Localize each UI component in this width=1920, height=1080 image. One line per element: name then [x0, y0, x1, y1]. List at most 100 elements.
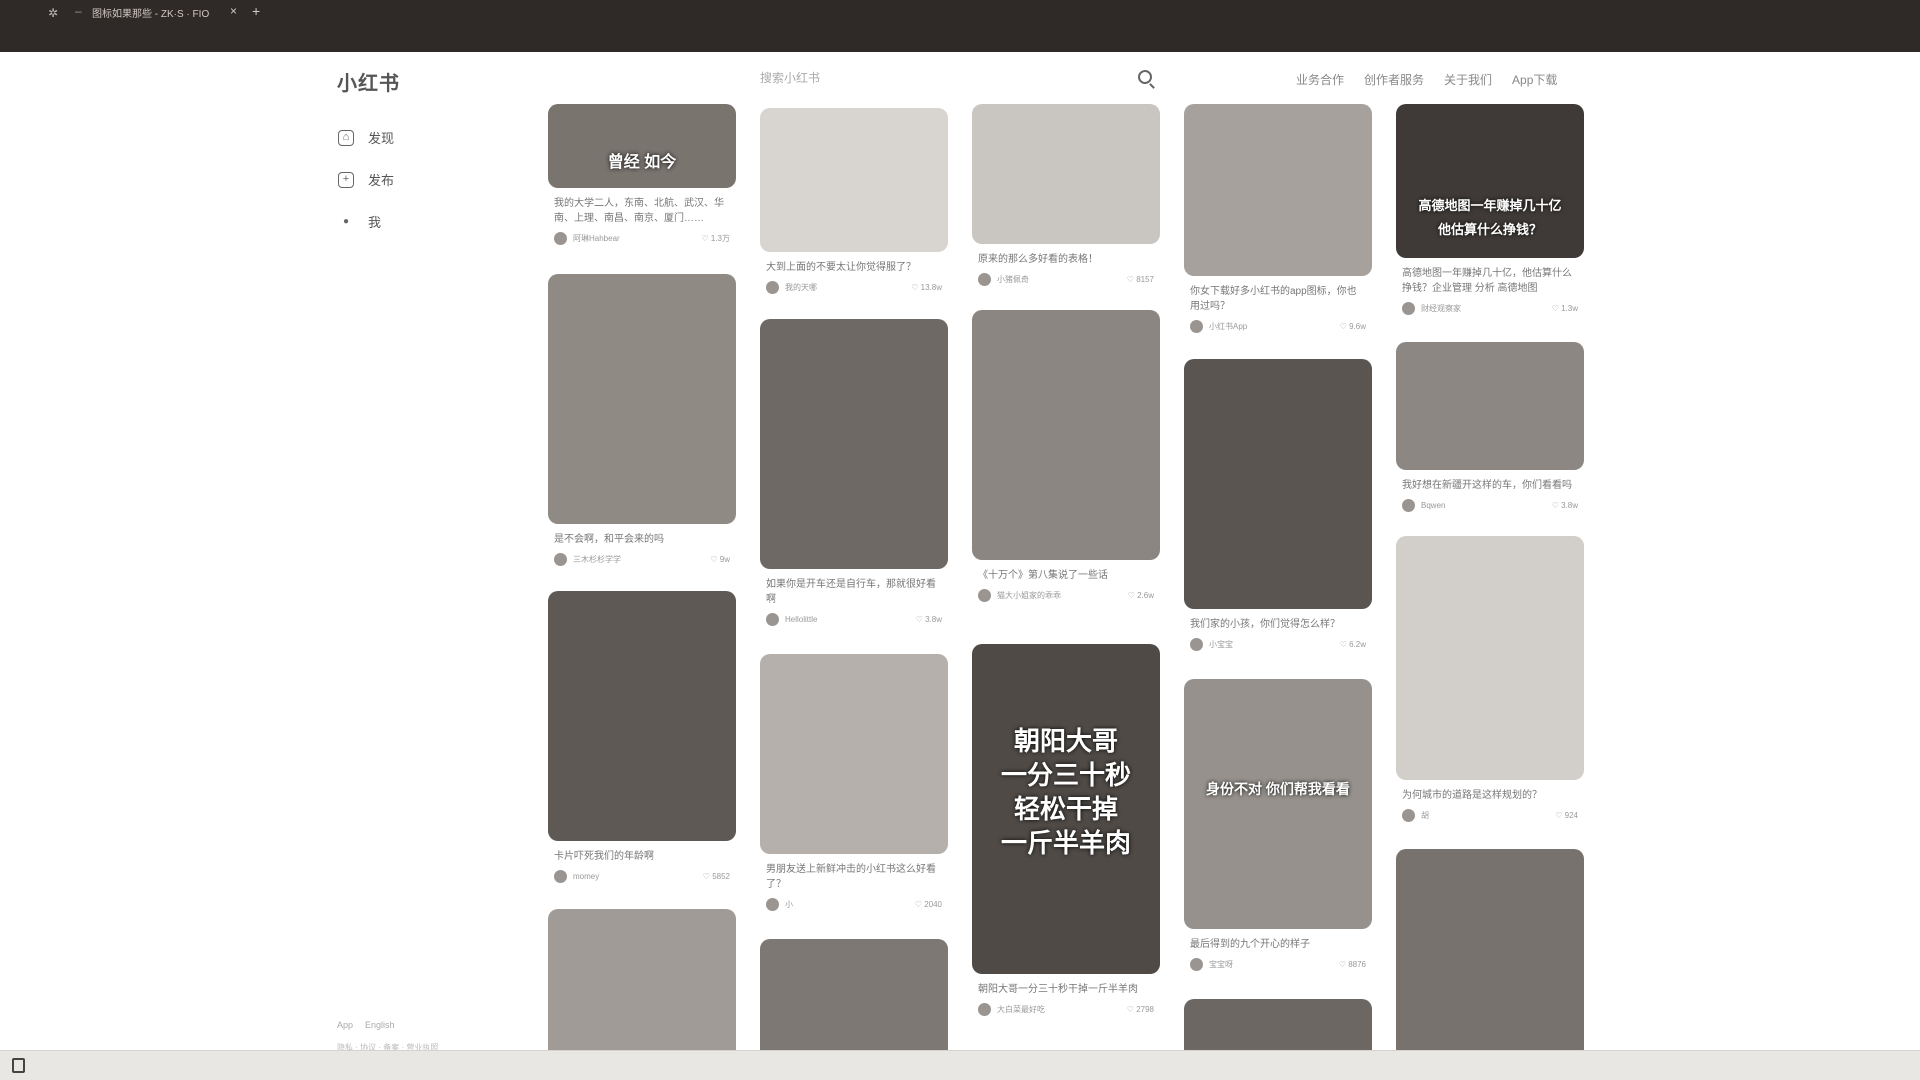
- note-cover[interactable]: [548, 591, 736, 841]
- nav-about[interactable]: 关于我们: [1444, 71, 1492, 88]
- note-cover[interactable]: [1396, 536, 1584, 780]
- avatar[interactable]: [554, 870, 567, 883]
- note-card[interactable]: 是不会啊，和平会来的吗 三木杉杉学学 9w: [548, 274, 736, 566]
- like-count[interactable]: 9.6w: [1340, 322, 1366, 331]
- note-title[interactable]: 是不会啊，和平会来的吗: [548, 532, 736, 547]
- avatar[interactable]: [1402, 302, 1415, 315]
- search-bar[interactable]: [760, 67, 1160, 89]
- avatar[interactable]: [978, 1003, 991, 1016]
- avatar[interactable]: [978, 273, 991, 286]
- note-cover[interactable]: [1396, 342, 1584, 470]
- nav-business[interactable]: 业务合作: [1296, 71, 1344, 88]
- note-card[interactable]: 你女下载好多小红书的app图标，你也用过吗？ 小红书App 9.6w: [1184, 104, 1372, 333]
- note-cover[interactable]: [760, 108, 948, 252]
- like-count[interactable]: 2.6w: [1128, 591, 1154, 600]
- note-cover[interactable]: [1184, 999, 1372, 1050]
- nav-creator[interactable]: 创作者服务: [1364, 71, 1424, 88]
- note-title[interactable]: 《十万个》第八集说了一些话: [972, 568, 1160, 583]
- minimize-icon[interactable]: –: [75, 4, 82, 18]
- like-count[interactable]: 8157: [1127, 275, 1154, 284]
- note-card[interactable]: [1184, 999, 1372, 1050]
- note-cover[interactable]: [760, 319, 948, 569]
- note-card[interactable]: 为何城市的道路是这样规划的？ 胡 924: [1396, 536, 1584, 822]
- settings-icon[interactable]: ✲: [48, 6, 58, 20]
- author-name[interactable]: 猫大小姐家的乖乖: [997, 590, 1128, 601]
- note-cover[interactable]: [972, 310, 1160, 560]
- avatar[interactable]: [1190, 958, 1203, 971]
- note-card[interactable]: 男朋友送上新鲜冲击的小红书这么好看了？ 小 2040: [760, 654, 948, 911]
- avatar[interactable]: [1402, 499, 1415, 512]
- note-card[interactable]: 朝阳大哥 一分三十秒 轻松干掉 一斤半羊肉 朝阳大哥一分三十秒干掉一斤半羊肉 大…: [972, 644, 1160, 1016]
- file-icon[interactable]: [12, 1058, 25, 1073]
- note-card[interactable]: 《十万个》第八集说了一些话 猫大小姐家的乖乖 2.6w: [972, 310, 1160, 602]
- note-title[interactable]: 你女下载好多小红书的app图标，你也用过吗？: [1184, 284, 1372, 314]
- note-card[interactable]: [760, 939, 948, 1050]
- note-cover[interactable]: [548, 274, 736, 524]
- author-name[interactable]: 小: [785, 899, 915, 910]
- note-card[interactable]: 身份不对 你们帮我看看 最后得到的九个开心的样子 宝宝呀 8876: [1184, 679, 1372, 971]
- new-tab-icon[interactable]: +: [252, 3, 260, 19]
- note-cover[interactable]: 曾经 如今: [548, 104, 736, 188]
- language-link[interactable]: English: [365, 1020, 395, 1030]
- note-title[interactable]: 最后得到的九个开心的样子: [1184, 937, 1372, 952]
- author-name[interactable]: 财经观察家: [1421, 303, 1552, 314]
- note-card[interactable]: 我们家的小孩，你们觉得怎么样？ 小宝宝 6.2w: [1184, 359, 1372, 651]
- sidebar-item-discover[interactable]: ⌂ 发现: [338, 128, 394, 147]
- nav-app-download[interactable]: App下载: [1512, 71, 1557, 88]
- note-cover[interactable]: 身份不对 你们帮我看看: [1184, 679, 1372, 929]
- avatar[interactable]: [1402, 809, 1415, 822]
- note-cover[interactable]: [548, 909, 736, 1050]
- sidebar-item-me[interactable]: ● 我: [338, 212, 381, 231]
- author-name[interactable]: 小宝宝: [1209, 639, 1340, 650]
- note-title[interactable]: 原来的那么多好看的表格！: [972, 252, 1160, 267]
- sidebar-item-publish[interactable]: + 发布: [338, 170, 394, 189]
- note-cover[interactable]: [760, 654, 948, 854]
- like-count[interactable]: 3.8w: [916, 615, 942, 624]
- app-link[interactable]: App: [337, 1020, 353, 1030]
- like-count[interactable]: 8876: [1339, 960, 1366, 969]
- author-name[interactable]: 小猪佩奇: [997, 274, 1127, 285]
- note-title[interactable]: 如果你是开车还是自行车，那就很好看啊: [760, 577, 948, 607]
- author-name[interactable]: 胡: [1421, 810, 1555, 821]
- like-count[interactable]: 3.8w: [1552, 501, 1578, 510]
- note-cover[interactable]: 高德地图一年赚掉几十亿 他估算什么挣钱？: [1396, 104, 1584, 258]
- avatar[interactable]: [766, 281, 779, 294]
- avatar[interactable]: [554, 553, 567, 566]
- author-name[interactable]: Bqwen: [1421, 501, 1552, 510]
- note-title[interactable]: 男朋友送上新鲜冲击的小红书这么好看了？: [760, 862, 948, 892]
- avatar[interactable]: [978, 589, 991, 602]
- like-count[interactable]: 1.3万: [701, 233, 730, 244]
- avatar[interactable]: [1190, 638, 1203, 651]
- note-card[interactable]: 我好想在新疆开这样的车，你们看看吗 Bqwen 3.8w: [1396, 342, 1584, 512]
- note-title[interactable]: 高德地图一年赚掉几十亿，他估算什么挣钱？企业管理 分析 高德地图: [1396, 266, 1584, 296]
- note-title[interactable]: 为何城市的道路是这样规划的？: [1396, 788, 1584, 803]
- note-card[interactable]: 卡片吓死我们的年龄啊 momey 5852: [548, 591, 736, 883]
- like-count[interactable]: 13.8w: [911, 283, 942, 292]
- note-cover[interactable]: [760, 939, 948, 1050]
- author-name[interactable]: momey: [573, 872, 703, 881]
- note-card[interactable]: 大到上面的不要太让你觉得服了？ 我的天哪 13.8w: [760, 108, 948, 294]
- note-title[interactable]: 卡片吓死我们的年龄啊: [548, 849, 736, 864]
- note-card[interactable]: 高德地图一年赚掉几十亿 他估算什么挣钱？ 高德地图一年赚掉几十亿，他估算什么挣钱…: [1396, 104, 1584, 315]
- tab-close-icon[interactable]: ×: [230, 4, 237, 18]
- note-card[interactable]: 如果你是开车还是自行车，那就很好看啊 Hellolittle 3.8w: [760, 319, 948, 626]
- avatar[interactable]: [554, 232, 567, 245]
- note-card[interactable]: [548, 909, 736, 1050]
- like-count[interactable]: 2798: [1127, 1005, 1154, 1014]
- note-title[interactable]: 朝阳大哥一分三十秒干掉一斤半羊肉: [972, 982, 1160, 997]
- author-name[interactable]: 我的天哪: [785, 282, 911, 293]
- avatar[interactable]: [766, 898, 779, 911]
- like-count[interactable]: 924: [1555, 811, 1578, 820]
- like-count[interactable]: 6.2w: [1340, 640, 1366, 649]
- like-count[interactable]: 9w: [710, 555, 730, 564]
- note-cover[interactable]: [1396, 849, 1584, 1050]
- author-name[interactable]: 小红书App: [1209, 321, 1340, 332]
- like-count[interactable]: 1.3w: [1552, 304, 1578, 313]
- browser-tab-title[interactable]: 图标如果那些 - ZK·S · FIO: [92, 5, 209, 20]
- author-name[interactable]: 阿琳Hahbear: [573, 233, 701, 244]
- note-cover[interactable]: [1184, 359, 1372, 609]
- note-card[interactable]: 原来的那么多好看的表格！ 小猪佩奇 8157: [972, 104, 1160, 286]
- note-title[interactable]: 我好想在新疆开这样的车，你们看看吗: [1396, 478, 1584, 493]
- author-name[interactable]: Hellolittle: [785, 615, 916, 624]
- author-name[interactable]: 宝宝呀: [1209, 959, 1339, 970]
